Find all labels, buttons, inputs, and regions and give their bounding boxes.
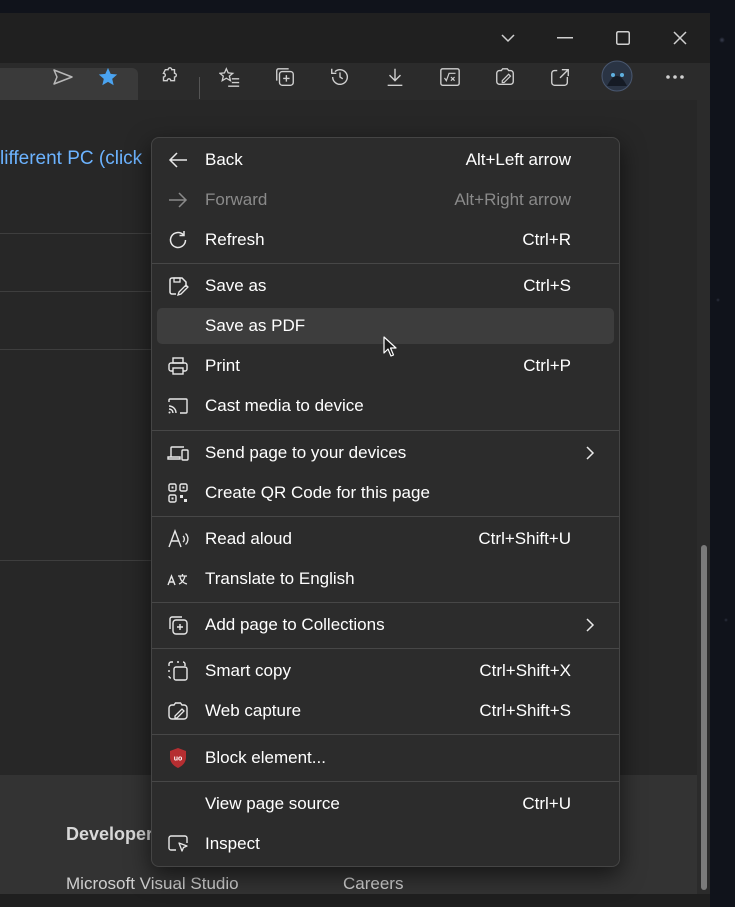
- scrollbar-thumb[interactable]: [701, 545, 707, 890]
- forward-arrow-icon: [169, 192, 188, 208]
- translate-icon: [167, 574, 188, 586]
- profile-avatar[interactable]: [601, 60, 633, 92]
- menu-item-label: Read aloud: [205, 529, 292, 548]
- menu-item-create-qr-code[interactable]: Create QR Code for this page: [157, 475, 614, 511]
- close-button[interactable]: [652, 13, 708, 63]
- tab-actions-chevron-icon[interactable]: [480, 13, 536, 63]
- divider: [0, 349, 152, 350]
- toolbar-divider: [199, 77, 200, 99]
- save-as-icon: [169, 277, 189, 297]
- menu-item-label: Smart copy: [205, 661, 291, 680]
- history-icon[interactable]: [325, 62, 355, 92]
- svg-text:uo: uo: [174, 756, 183, 763]
- menu-item-shortcut: Ctrl+Shift+U: [478, 529, 571, 548]
- menu-item-label: Save as PDF: [205, 316, 306, 335]
- menu-separator: [152, 263, 619, 264]
- title-bar: [0, 13, 710, 63]
- read-aloud-icon: [168, 529, 189, 548]
- web-capture-icon: [168, 702, 188, 720]
- menu-item-forward[interactable]: Forward Alt+Right arrow: [157, 182, 614, 218]
- collections-toolbar-icon[interactable]: [270, 62, 300, 92]
- menu-item-web-capture[interactable]: Web capture Ctrl+Shift+S: [157, 693, 614, 729]
- cast-icon: [168, 398, 188, 414]
- menu-item-shortcut: Ctrl+R: [522, 230, 571, 249]
- footer-heading: Developer: [66, 824, 154, 844]
- menu-item-shortcut: Ctrl+U: [522, 794, 571, 813]
- chevron-right-icon: [586, 446, 595, 460]
- menu-separator: [152, 602, 619, 603]
- menu-item-shortcut: Ctrl+Shift+S: [479, 701, 571, 720]
- menu-item-send-to-devices[interactable]: Send page to your devices: [157, 435, 614, 471]
- menu-item-back[interactable]: Back Alt+Left arrow: [157, 142, 614, 178]
- menu-item-shortcut: Ctrl+S: [523, 276, 571, 295]
- context-menu: Back Alt+Left arrow Forward Alt+Right ar…: [151, 137, 620, 867]
- qr-code-icon: [168, 483, 188, 503]
- footer-link[interactable]: Careers: [343, 874, 403, 894]
- menu-separator: [152, 516, 619, 517]
- menu-item-label: Web capture: [205, 701, 302, 720]
- menu-item-label: Block element...: [205, 748, 326, 767]
- menu-item-label: Save as: [205, 276, 267, 295]
- web-capture-toolbar-icon[interactable]: [490, 62, 520, 92]
- refresh-icon: [169, 231, 187, 249]
- menu-item-label: Create QR Code for this page: [205, 483, 430, 502]
- menu-item-view-page-source[interactable]: View page source Ctrl+U: [157, 786, 614, 822]
- footer-link[interactable]: Microsoft Visual Studio: [66, 874, 239, 894]
- divider: [0, 233, 152, 234]
- menu-separator: [152, 648, 619, 649]
- smart-copy-icon: [168, 661, 188, 681]
- menu-item-label: Print: [205, 356, 240, 375]
- menu-item-shortcut: Ctrl+P: [523, 356, 571, 375]
- downloads-icon[interactable]: [380, 62, 410, 92]
- menu-item-shortcut: Alt+Right arrow: [454, 190, 571, 209]
- menu-item-shortcut: Alt+Left arrow: [465, 150, 571, 169]
- menu-item-label: Send page to your devices: [205, 443, 407, 462]
- menu-item-shortcut: Ctrl+Shift+X: [479, 661, 571, 680]
- menu-item-block-element[interactable]: uo Block element...: [157, 740, 614, 776]
- more-options-icon[interactable]: [660, 62, 690, 92]
- menu-item-label: Refresh: [205, 230, 265, 249]
- extensions-icon[interactable]: [154, 62, 184, 92]
- divider: [0, 560, 152, 561]
- divider: [0, 291, 152, 292]
- chevron-right-icon: [586, 618, 595, 632]
- print-icon: [168, 357, 188, 375]
- maximize-button[interactable]: [595, 13, 651, 63]
- menu-item-read-aloud[interactable]: Read aloud Ctrl+Shift+U: [157, 521, 614, 557]
- favorite-star-icon[interactable]: [93, 62, 123, 92]
- mouse-cursor-icon: [383, 336, 397, 357]
- menu-item-add-to-collections[interactable]: Add page to Collections: [157, 607, 614, 643]
- menu-item-label: View page source: [205, 794, 340, 813]
- favorites-list-icon[interactable]: [215, 62, 245, 92]
- ublock-shield-icon: uo: [170, 748, 186, 768]
- page-link[interactable]: lifferent PC (click: [0, 148, 152, 170]
- send-devices-icon: [167, 446, 189, 461]
- menu-item-label: Back: [205, 150, 243, 169]
- menu-item-save-as[interactable]: Save as Ctrl+S: [157, 268, 614, 304]
- menu-separator: [152, 734, 619, 735]
- menu-item-label: Cast media to device: [205, 396, 364, 415]
- menu-separator: [152, 430, 619, 431]
- math-solver-icon[interactable]: [435, 62, 465, 92]
- share-icon[interactable]: [545, 62, 575, 92]
- menu-item-smart-copy[interactable]: Smart copy Ctrl+Shift+X: [157, 653, 614, 689]
- menu-item-label: Forward: [205, 190, 268, 209]
- collections-icon: [169, 616, 188, 635]
- send-icon[interactable]: [48, 62, 78, 92]
- menu-item-label: Inspect: [205, 834, 260, 853]
- menu-item-label: Translate to English: [205, 569, 355, 588]
- menu-separator: [152, 781, 619, 782]
- menu-item-inspect[interactable]: Inspect: [157, 826, 614, 862]
- menu-item-refresh[interactable]: Refresh Ctrl+R: [157, 222, 614, 258]
- minimize-button[interactable]: [537, 13, 593, 63]
- back-arrow-icon: [168, 152, 187, 168]
- menu-item-translate[interactable]: Translate to English: [157, 561, 614, 597]
- menu-item-cast-media[interactable]: Cast media to device: [157, 388, 614, 424]
- menu-item-label: Add page to Collections: [205, 615, 385, 634]
- inspect-icon: [168, 835, 188, 852]
